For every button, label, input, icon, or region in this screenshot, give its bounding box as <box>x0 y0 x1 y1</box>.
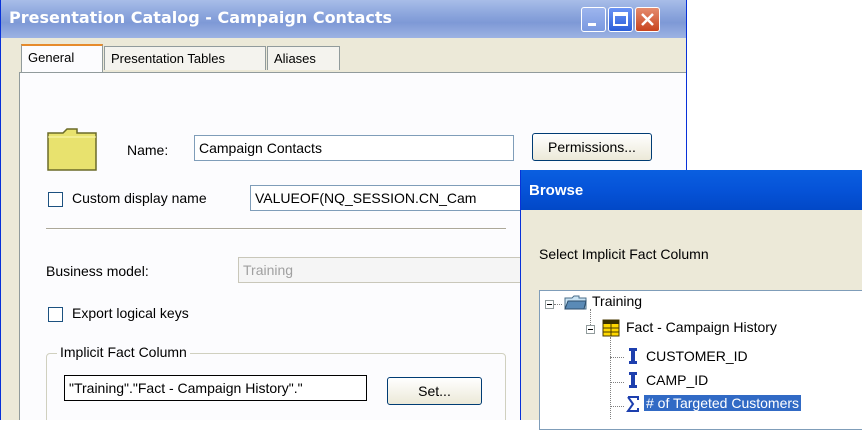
database-folder-icon <box>564 295 587 310</box>
tab-general-label: General <box>28 50 75 65</box>
custom-display-name-checkbox[interactable] <box>48 192 63 207</box>
browse-title-bar[interactable]: Browse <box>521 170 862 210</box>
business-model-field: Training <box>238 257 528 283</box>
implicit-fact-input[interactable]: "Training"."Fact - Campaign History"." <box>64 375 367 401</box>
name-label: Name: <box>127 142 169 158</box>
set-button[interactable]: Set... <box>387 377 482 405</box>
tab-general[interactable]: General <box>21 44 103 72</box>
permissions-button[interactable]: Permissions... <box>532 133 652 161</box>
tree-line <box>610 406 624 407</box>
tree-line <box>610 357 624 358</box>
column-icon <box>629 348 637 364</box>
tree-line <box>610 382 624 383</box>
fact-table-icon <box>602 319 620 337</box>
collapse-toggle[interactable] <box>545 300 554 309</box>
dialog-title: Presentation Catalog - Campaign Contacts <box>9 8 393 27</box>
title-bar[interactable]: Presentation Catalog - Campaign Contacts <box>1 0 686 38</box>
implicit-fact-group-title: Implicit Fact Column <box>57 344 190 360</box>
custom-display-name-input[interactable]: VALUEOF(NQ_SESSION.CN_Cam <box>250 185 530 211</box>
browse-dialog: Browse Select Implicit Fact Column Train… <box>520 170 862 430</box>
custom-display-name-label: Custom display name <box>72 190 207 206</box>
maximize-button[interactable] <box>608 7 633 32</box>
browse-title: Browse <box>529 182 584 199</box>
tab-aliases[interactable]: Aliases <box>267 46 340 70</box>
browse-prompt: Select Implicit Fact Column <box>539 246 709 262</box>
measure-sum-icon <box>626 396 639 412</box>
export-logical-keys-label: Export logical keys <box>72 305 189 321</box>
tree-item-training[interactable]: Training <box>592 293 642 309</box>
business-model-label: Business model: <box>46 263 149 279</box>
name-input[interactable]: Campaign Contacts <box>194 135 514 161</box>
minimize-button[interactable] <box>581 7 606 32</box>
tree-line <box>554 304 562 305</box>
column-tree[interactable]: Training Fact - Campaign History CUSTOME… <box>539 290 862 430</box>
tree-item-camp-id[interactable]: CAMP_ID <box>646 372 708 388</box>
folder-icon <box>47 128 97 171</box>
close-icon <box>641 13 654 26</box>
export-logical-keys-checkbox[interactable] <box>48 307 63 322</box>
tree-item-fact-campaign-history[interactable]: Fact - Campaign History <box>626 319 777 335</box>
close-button[interactable] <box>635 7 660 32</box>
tab-presentation-tables[interactable]: Presentation Tables <box>104 46 266 70</box>
separator <box>46 228 506 230</box>
tree-item-targeted-customers[interactable]: # of Targeted Customers <box>644 395 802 411</box>
maximize-icon <box>613 12 628 26</box>
collapse-toggle[interactable] <box>586 325 595 334</box>
column-icon <box>629 372 637 388</box>
tab-aliases-label: Aliases <box>274 51 316 66</box>
tab-presentation-tables-label: Presentation Tables <box>111 51 225 66</box>
tree-item-customer-id[interactable]: CUSTOMER_ID <box>646 348 748 364</box>
